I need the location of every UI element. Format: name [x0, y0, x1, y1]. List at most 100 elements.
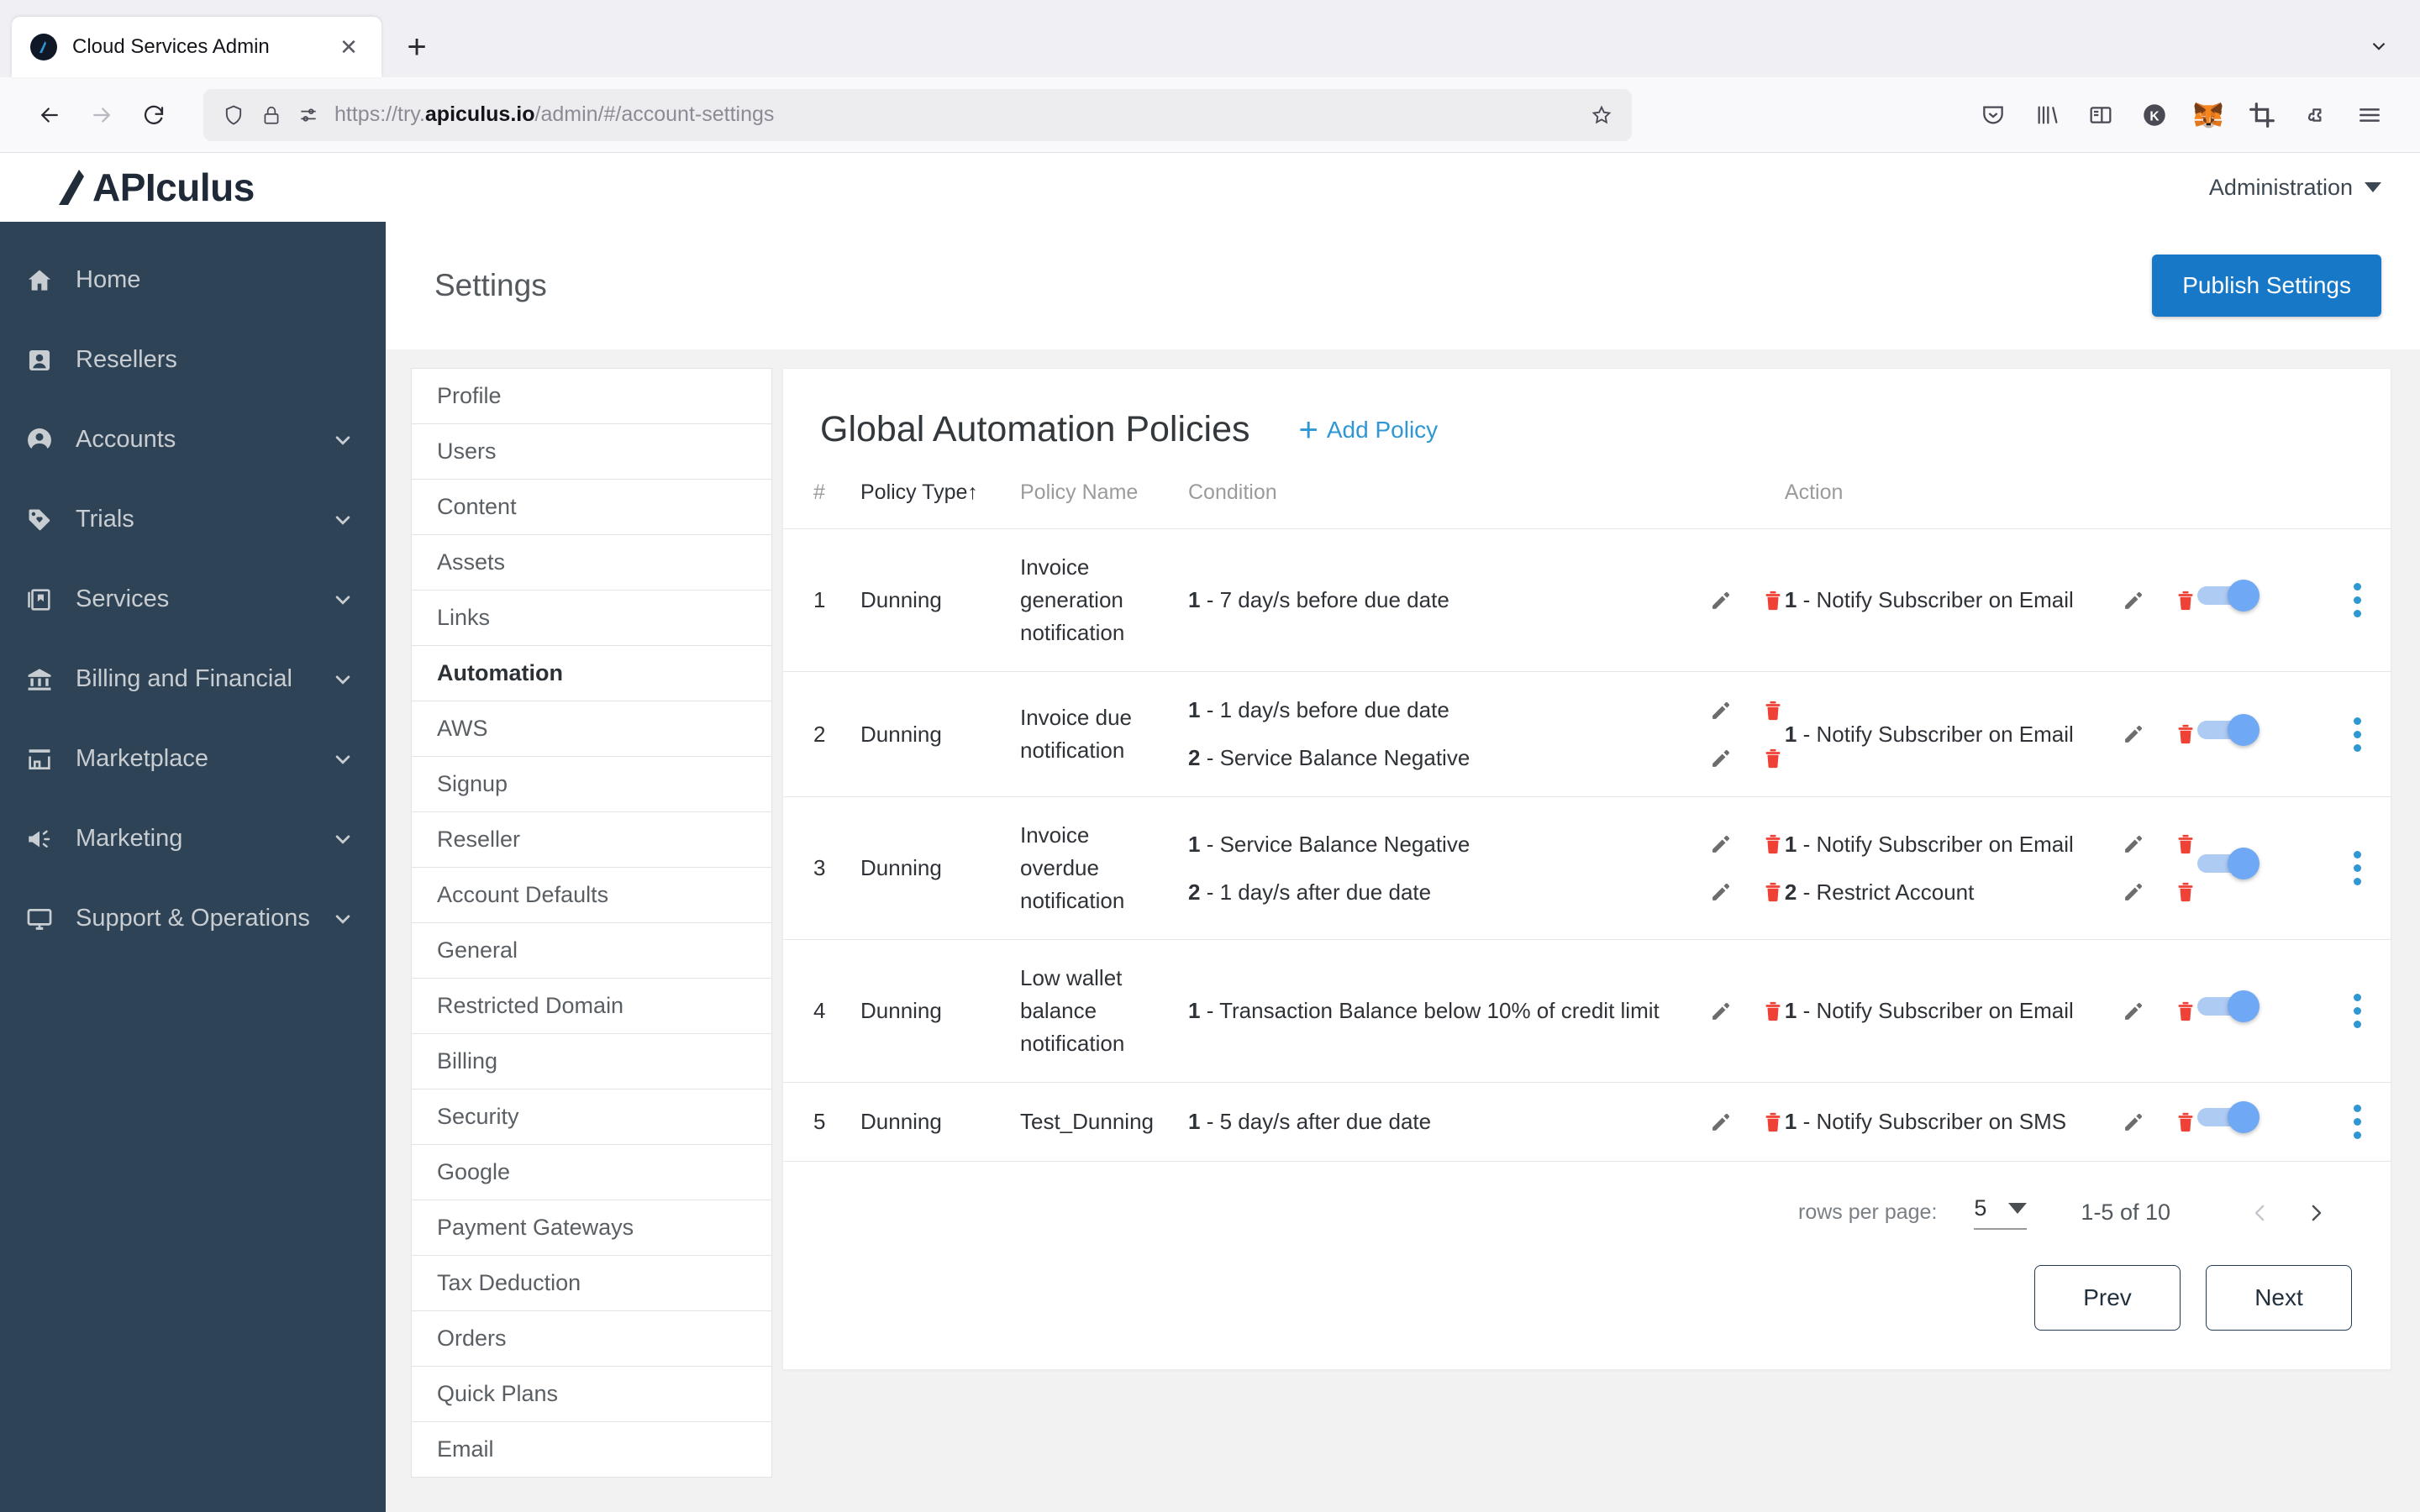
pencil-icon[interactable]: [1709, 1110, 1733, 1134]
chevron-right-icon[interactable]: [2288, 1200, 2344, 1226]
trash-icon[interactable]: [2174, 1110, 2197, 1134]
pencil-icon[interactable]: [2122, 880, 2145, 904]
column-header-policy-name[interactable]: Policy Name: [1020, 480, 1188, 529]
kebab-menu-icon[interactable]: [2323, 583, 2391, 617]
settings-nav-item-links[interactable]: Links: [412, 591, 771, 646]
account-menu[interactable]: Administration: [2209, 175, 2381, 201]
trash-icon[interactable]: [1761, 1110, 1785, 1134]
settings-nav-item-profile[interactable]: Profile: [412, 369, 771, 424]
pencil-icon[interactable]: [1709, 832, 1733, 856]
policy-enabled-toggle[interactable]: [2197, 1101, 2260, 1133]
settings-nav-item-account-defaults[interactable]: Account Defaults: [412, 868, 771, 923]
trash-icon[interactable]: [2174, 832, 2197, 856]
trash-icon[interactable]: [2174, 1000, 2197, 1023]
kebab-menu-icon[interactable]: [2323, 1105, 2391, 1139]
settings-nav-item-restricted-domain[interactable]: Restricted Domain: [412, 979, 771, 1034]
next-button[interactable]: Next: [2206, 1265, 2352, 1331]
browser-tab[interactable]: Cloud Services Admin ✕: [12, 17, 381, 77]
settings-nav-item-signup[interactable]: Signup: [412, 757, 771, 812]
policy-enabled-toggle[interactable]: [2197, 580, 2260, 612]
chevron-down-icon[interactable]: [330, 827, 355, 852]
url-text[interactable]: https://try.apiculus.io/admin/#/account-…: [334, 102, 1575, 127]
chevron-down-icon[interactable]: [330, 587, 355, 612]
trash-icon[interactable]: [1761, 832, 1785, 856]
settings-nav-item-quick-plans[interactable]: Quick Plans: [412, 1367, 771, 1422]
rows-per-page-select[interactable]: 5: [1974, 1195, 2028, 1230]
sidebar-item-accounts[interactable]: Accounts: [0, 400, 386, 480]
kebab-menu-icon[interactable]: [2323, 994, 2391, 1028]
policy-enabled-toggle[interactable]: [2197, 848, 2260, 879]
settings-nav-item-automation[interactable]: Automation: [412, 646, 771, 701]
kebab-menu-icon[interactable]: [2323, 851, 2391, 885]
chevron-down-icon[interactable]: [2360, 27, 2398, 66]
pencil-icon[interactable]: [1709, 1000, 1733, 1023]
kebab-menu-icon[interactable]: [2323, 717, 2391, 752]
pencil-icon[interactable]: [1709, 880, 1733, 904]
back-arrow-icon[interactable]: [24, 89, 76, 141]
permissions-icon[interactable]: [297, 104, 319, 126]
extensions-puzzle-icon[interactable]: [2289, 89, 2343, 141]
trash-icon[interactable]: [1761, 589, 1785, 612]
sidebar-item-support-and-operations[interactable]: Support & Operations: [0, 879, 386, 958]
chevron-down-icon[interactable]: [330, 667, 355, 692]
settings-nav-item-google[interactable]: Google: [412, 1145, 771, 1200]
table-row[interactable]: 4 Dunning Low wallet balance notificatio…: [783, 939, 2391, 1083]
table-row[interactable]: 2 Dunning Invoice due notification 1 - 1…: [783, 671, 2391, 797]
settings-nav-item-aws[interactable]: AWS: [412, 701, 771, 757]
bookmark-star-icon[interactable]: [1590, 103, 1613, 127]
pencil-icon[interactable]: [2122, 1000, 2145, 1023]
settings-nav-item-email[interactable]: Email: [412, 1422, 771, 1478]
settings-nav-item-content[interactable]: Content: [412, 480, 771, 535]
pencil-icon[interactable]: [2122, 1110, 2145, 1134]
pencil-icon[interactable]: [1709, 747, 1733, 770]
hamburger-menu-icon[interactable]: [2343, 89, 2396, 141]
apiculus-logo[interactable]: APIculus: [50, 165, 255, 210]
chevron-down-icon[interactable]: [330, 906, 355, 932]
trash-icon[interactable]: [1761, 1000, 1785, 1023]
chevron-down-icon[interactable]: [330, 507, 355, 533]
policy-enabled-toggle[interactable]: [2197, 990, 2260, 1022]
trash-icon[interactable]: [2174, 589, 2197, 612]
trash-icon[interactable]: [2174, 880, 2197, 904]
sidebar-item-services[interactable]: Services: [0, 559, 386, 639]
pencil-icon[interactable]: [1709, 699, 1733, 722]
table-row[interactable]: 5 Dunning Test_Dunning 1 - 5 day/s after…: [783, 1082, 2391, 1162]
prev-button[interactable]: Prev: [2034, 1265, 2181, 1331]
sidebar-item-trials[interactable]: Trials: [0, 480, 386, 559]
publish-settings-button[interactable]: Publish Settings: [2152, 255, 2381, 317]
add-policy-button[interactable]: + Add Policy: [1299, 413, 1439, 447]
trash-icon[interactable]: [1761, 699, 1785, 722]
keeper-extension-icon[interactable]: K: [2128, 89, 2181, 141]
settings-nav-item-orders[interactable]: Orders: [412, 1311, 771, 1367]
screenshot-crop-icon[interactable]: [2235, 89, 2289, 141]
sidebar-item-billing-and-financial[interactable]: Billing and Financial: [0, 639, 386, 719]
sidebar-item-marketing[interactable]: Marketing: [0, 799, 386, 879]
table-row[interactable]: 1 Dunning Invoice generation notificatio…: [783, 528, 2391, 672]
column-header-action[interactable]: Action: [1785, 480, 2197, 529]
pocket-icon[interactable]: [1966, 89, 2020, 141]
column-header-policy-type[interactable]: Policy Type↑: [860, 480, 1020, 529]
settings-nav-item-assets[interactable]: Assets: [412, 535, 771, 591]
settings-nav-item-billing[interactable]: Billing: [412, 1034, 771, 1089]
policy-enabled-toggle[interactable]: [2197, 713, 2260, 746]
chevron-down-icon[interactable]: [330, 747, 355, 772]
reload-icon[interactable]: [128, 89, 180, 141]
new-tab-button[interactable]: +: [393, 24, 440, 71]
pencil-icon[interactable]: [1709, 589, 1733, 612]
column-header-condition[interactable]: Condition: [1188, 480, 1785, 529]
lock-icon[interactable]: [260, 104, 282, 126]
sidebar-item-home[interactable]: Home: [0, 240, 386, 320]
table-row[interactable]: 3 Dunning Invoice overdue notification 1…: [783, 796, 2391, 940]
settings-nav-item-payment-gateways[interactable]: Payment Gateways: [412, 1200, 771, 1256]
settings-nav-item-tax-deduction[interactable]: Tax Deduction: [412, 1256, 771, 1311]
metamask-extension-icon[interactable]: [2181, 89, 2235, 141]
pencil-icon[interactable]: [2122, 589, 2145, 612]
pencil-icon[interactable]: [2122, 722, 2145, 746]
shield-icon[interactable]: [222, 103, 245, 127]
chevron-down-icon[interactable]: [330, 428, 355, 453]
sidebar-item-marketplace[interactable]: Marketplace: [0, 719, 386, 799]
url-bar[interactable]: https://try.apiculus.io/admin/#/account-…: [203, 88, 1632, 141]
trash-icon[interactable]: [2174, 722, 2197, 746]
settings-nav-item-reseller[interactable]: Reseller: [412, 812, 771, 868]
settings-nav-item-security[interactable]: Security: [412, 1089, 771, 1145]
